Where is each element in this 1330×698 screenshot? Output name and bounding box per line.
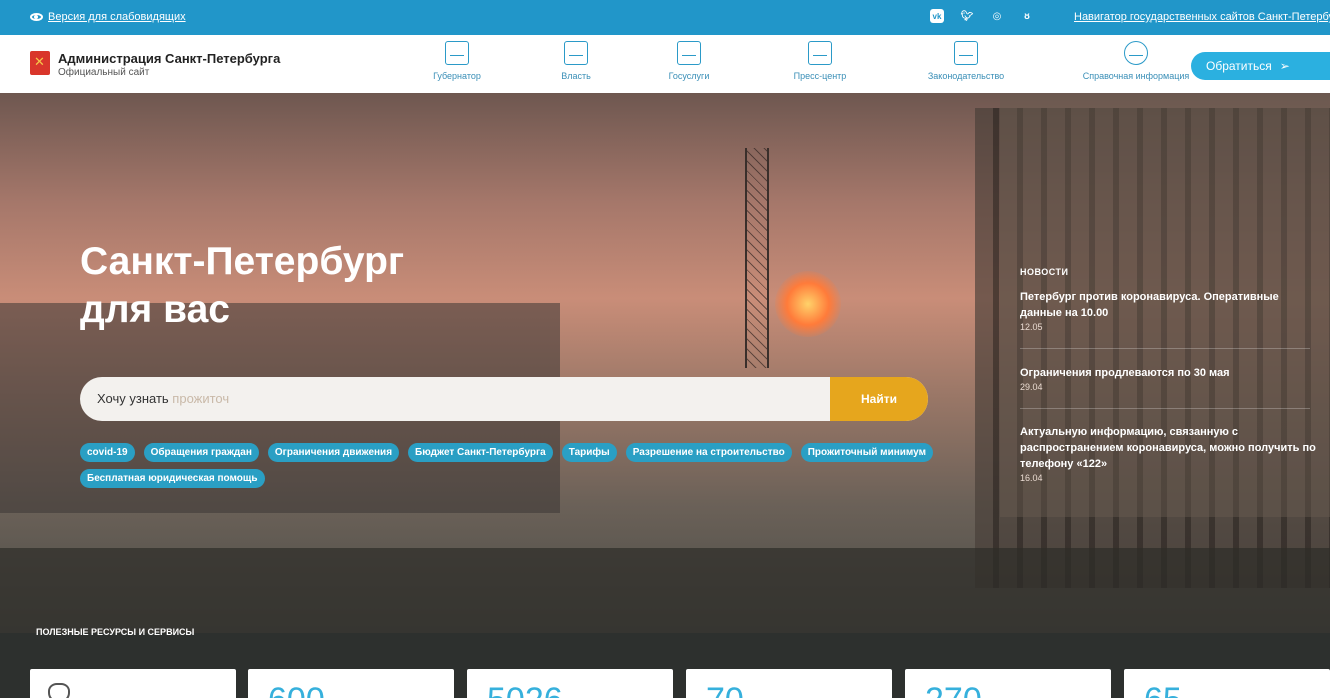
paper-plane-icon: ➢ [1279, 59, 1290, 73]
nav-power[interactable]: Власть [516, 41, 636, 81]
tag-subsistence-minimum[interactable]: Прожиточный минимум [800, 443, 934, 462]
social-links: vk 🐦︎ ◎ ᴕ [930, 9, 1034, 23]
news-panel: НОВОСТИ Петербург против коронавируса. О… [1000, 93, 1330, 517]
nav-press-center-label: Пресс-центр [793, 71, 847, 81]
nav-governor-label: Губернатор [433, 71, 481, 81]
resource-card[interactable]: 70 [686, 669, 892, 698]
resource-card[interactable] [30, 669, 236, 698]
nav-reference-info[interactable]: Справочная информация [1076, 41, 1196, 81]
news-item-title[interactable]: Актуальную информацию, связанную с распр… [1020, 424, 1320, 472]
news-heading: НОВОСТИ [1020, 267, 1069, 277]
news-item-title[interactable]: Ограничения продлеваются по 30 мая [1020, 365, 1320, 381]
nav-power-label: Власть [561, 71, 591, 81]
spb-coat-of-arms-logo[interactable] [30, 51, 50, 75]
resource-card[interactable]: 5026 [467, 669, 673, 698]
news-item-date: 29.04 [1020, 382, 1043, 392]
resources-heading: ПОЛЕЗНЫЕ РЕСУРСЫ И СЕРВИСЫ [36, 627, 195, 637]
search-prefix: Хочу узнать [97, 391, 169, 406]
resource-card-number: 5026 [487, 681, 563, 698]
tag-construction-permit[interactable]: Разрешение на строительство [625, 443, 792, 462]
tag-free-legal-aid[interactable]: Бесплатная юридическая помощь [80, 469, 265, 488]
nav-governor[interactable]: Губернатор [397, 41, 517, 81]
news-item[interactable]: Ограничения продлеваются по 30 мая 29.04 [1020, 365, 1320, 392]
vk-icon[interactable]: vk [930, 9, 944, 23]
hero-title-line2: для вас [80, 288, 230, 331]
tag-traffic-restrictions[interactable]: Ограничения движения [267, 443, 400, 462]
gov-sites-navigator-link[interactable]: Навигатор государственных сайтов Санкт-П… [1074, 11, 1330, 23]
tag-tariffs[interactable]: Тарифы [561, 443, 617, 462]
site-header: Администрация Санкт-Петербурга Официальн… [0, 35, 1330, 93]
twitter-icon[interactable]: 🐦︎ [960, 9, 974, 23]
resource-card[interactable]: 600 [248, 669, 454, 698]
nav-legislation[interactable]: Законодательство [906, 41, 1026, 81]
instagram-icon[interactable]: ◎ [990, 9, 1004, 23]
hero-background-embankment [0, 548, 1330, 638]
site-title[interactable]: Администрация Санкт-Петербурга [58, 51, 280, 66]
nav-gov-services-label: Госуслуги [668, 71, 710, 81]
site-subtitle: Официальный сайт [58, 67, 150, 78]
resource-card[interactable]: 270 [905, 669, 1111, 698]
low-vision-link[interactable]: Версия для слабовидящих [30, 11, 186, 23]
low-vision-label[interactable]: Версия для слабовидящих [48, 11, 186, 23]
power-building-icon [564, 41, 588, 65]
news-divider [1020, 408, 1310, 409]
resource-card-number: 600 [268, 681, 325, 698]
eye-icon [30, 13, 43, 21]
tag-city-budget[interactable]: Бюджет Санкт-Петербурга [408, 443, 553, 462]
hero-title: Санкт-Петербург для вас [80, 238, 404, 334]
hero-background-tower [745, 148, 769, 368]
search-button[interactable]: Найти [830, 377, 928, 421]
resource-card-number: 65 [1144, 681, 1182, 698]
news-item[interactable]: Актуальную информацию, связанную с распр… [1020, 424, 1320, 483]
resource-card-number: 70 [706, 681, 744, 698]
contact-button[interactable]: Обратиться ➢ [1191, 52, 1330, 80]
nav-gov-services[interactable]: Госуслуги [629, 41, 749, 81]
nav-press-center[interactable]: Пресс-центр [760, 41, 880, 81]
eagle-emblem-icon [48, 683, 70, 698]
news-item-title[interactable]: Петербург против коронавируса. Оперативн… [1020, 289, 1320, 321]
news-item-date: 16.04 [1020, 473, 1043, 483]
news-item[interactable]: Петербург против коронавируса. Оперативн… [1020, 289, 1320, 332]
resource-card-number: 270 [925, 681, 982, 698]
tag-covid[interactable]: covid-19 [80, 443, 135, 462]
search-bar: Хочу узнать прожиточ Найти [80, 377, 928, 421]
odnoklassniki-icon[interactable]: ᴕ [1020, 9, 1034, 23]
news-divider [1020, 348, 1310, 349]
microphone-icon [808, 41, 832, 65]
nav-legislation-label: Законодательство [927, 71, 1005, 81]
resource-card[interactable]: 65 [1124, 669, 1330, 698]
search-input[interactable]: Хочу узнать прожиточ [97, 391, 229, 406]
top-utility-bar: Версия для слабовидящих vk 🐦︎ ◎ ᴕ Навига… [0, 0, 1330, 35]
quick-tags: covid-19 Обращения граждан Ограничения д… [80, 443, 940, 488]
hero-title-line1: Санкт-Петербург [80, 240, 405, 283]
tag-citizen-appeals[interactable]: Обращения граждан [143, 443, 259, 462]
contact-button-label: Обратиться [1206, 59, 1272, 73]
law-book-icon [954, 41, 978, 65]
nav-reference-info-label: Справочная информация [1082, 71, 1190, 81]
news-item-date: 12.05 [1020, 322, 1043, 332]
question-mark-icon [1124, 41, 1148, 65]
search-typing-placeholder: прожиточ [172, 391, 230, 406]
hand-service-icon [677, 41, 701, 65]
hero-background-sun [775, 271, 841, 337]
governor-building-icon [445, 41, 469, 65]
